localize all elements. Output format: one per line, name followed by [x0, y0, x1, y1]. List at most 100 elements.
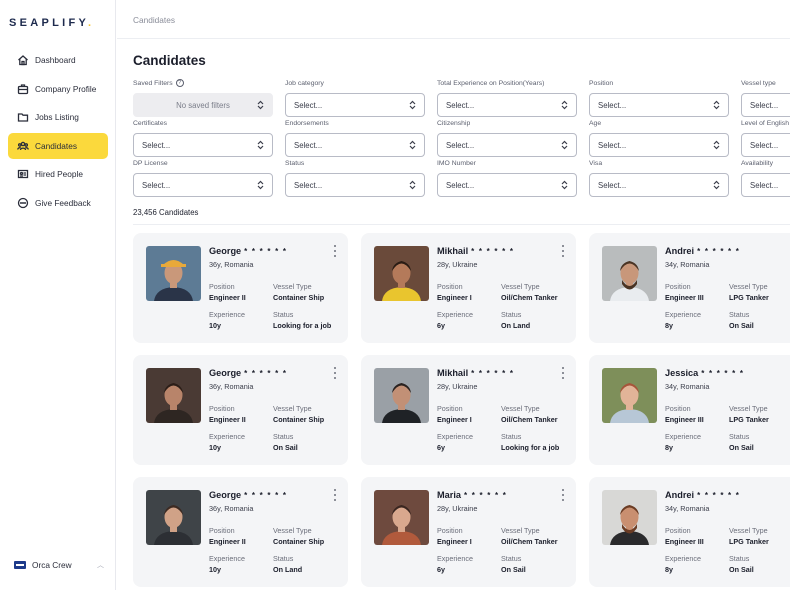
chevron-updown-icon	[257, 180, 264, 190]
sidebar-item-candidates[interactable]: Candidates	[8, 132, 108, 159]
filter-label: Availability	[741, 159, 773, 167]
help-icon[interactable]: ?	[175, 79, 184, 87]
availability-select[interactable]: Select...	[741, 173, 790, 197]
visa-select[interactable]: Select...	[589, 173, 729, 197]
candidate-experience: Experience 6y	[437, 432, 473, 452]
filter-visa: Visa Select...	[589, 158, 729, 197]
field-value: Engineer II	[209, 293, 246, 302]
select-value: Select...	[598, 140, 627, 150]
candidate-card[interactable]: Andrei * * * * * * 34y, Romania Position E…	[589, 233, 790, 343]
more-options-icon[interactable]	[560, 367, 566, 379]
job-category-select[interactable]: Select...	[285, 93, 425, 117]
more-options-icon[interactable]	[332, 489, 338, 501]
candidate-experience: Experience 10y	[209, 554, 245, 574]
field-label: Vessel Type	[729, 404, 768, 413]
candidate-card[interactable]: Mikhail * * * * * * 28y, Ukraine Position…	[361, 355, 576, 465]
candidate-status: Status On Sail	[729, 554, 754, 574]
vessel-type-select[interactable]: Select...	[741, 93, 790, 117]
filter-status: Status Select...	[285, 158, 425, 197]
chevron-updown-icon	[713, 140, 720, 150]
filter-label: Visa	[589, 159, 603, 167]
filter-label: Total Experience on Position(Years)	[437, 79, 545, 87]
candidate-name[interactable]: George * * * * * *	[209, 368, 287, 378]
candidate-status: Status On Sail	[729, 432, 754, 452]
candidate-card[interactable]: Jessica * * * * * * 34y, Romania Position…	[589, 355, 790, 465]
candidate-vessel-type: Vessel Type Container Ship	[273, 526, 324, 546]
candidate-card[interactable]: George * * * * * * 36y, Romania Position E…	[133, 233, 348, 343]
candidate-photo	[374, 246, 429, 301]
filter-label: Position	[589, 79, 614, 87]
field-label: Vessel Type	[501, 404, 540, 413]
select-value: No saved filters	[176, 100, 230, 110]
candidate-status: Status On Sail	[273, 432, 298, 452]
field-value: Engineer II	[209, 537, 246, 546]
sidebar-item-dashboard[interactable]: Dashboard	[8, 47, 108, 73]
more-options-icon[interactable]	[332, 245, 338, 257]
org-switcher[interactable]: Orca Crew ︿	[14, 560, 104, 570]
candidate-name[interactable]: Mikhail * * * * * *	[437, 368, 514, 378]
position-select[interactable]: Select...	[589, 93, 729, 117]
candidate-position: Position Engineer II	[209, 526, 246, 546]
candidate-name[interactable]: Mikhail * * * * * *	[437, 246, 514, 256]
candidate-status: Status On Sail	[729, 310, 754, 330]
field-value: On Sail	[729, 443, 754, 452]
candidate-name[interactable]: Andrei * * * * * *	[665, 490, 740, 500]
select-value: Select...	[598, 100, 627, 110]
field-value: 8y	[665, 443, 673, 452]
certificates-select[interactable]: Select...	[133, 133, 273, 157]
masked-surname: * * * * * *	[244, 247, 288, 256]
filter-imo-number: IMO Number Select...	[437, 158, 577, 197]
brand-logo[interactable]: SEAPLIFY.	[9, 17, 94, 29]
sidebar-item-jobs-listing[interactable]: Jobs Listing	[8, 104, 108, 130]
candidate-card[interactable]: Mikhail * * * * * * 28y, Ukraine Position…	[361, 233, 576, 343]
field-value: 8y	[665, 565, 673, 574]
candidate-position: Position Engineer I	[437, 282, 472, 302]
filter-age: Age Select...	[589, 118, 729, 157]
age-select[interactable]: Select...	[589, 133, 729, 157]
candidate-age-country: 34y, Romania	[665, 260, 710, 269]
saved-filters-select[interactable]: No saved filters	[133, 93, 273, 117]
filter-endorsements: Endorsements Select...	[285, 118, 425, 157]
status-select[interactable]: Select...	[285, 173, 425, 197]
imo-number-select[interactable]: Select...	[437, 173, 577, 197]
masked-surname: * * * * * *	[464, 491, 508, 500]
english-level-select[interactable]: Select...	[741, 133, 790, 157]
chevron-updown-icon	[713, 100, 720, 110]
select-value: Select...	[446, 100, 475, 110]
candidate-name[interactable]: George * * * * * *	[209, 490, 287, 500]
candidate-card[interactable]: George * * * * * * 36y, Romania Position E…	[133, 355, 348, 465]
more-options-icon[interactable]	[560, 489, 566, 501]
candidate-name[interactable]: Andrei * * * * * *	[665, 246, 740, 256]
candidate-vessel-type: Vessel Type LPG Tanker	[729, 526, 769, 546]
field-label: Status	[501, 432, 522, 441]
field-value: Looking for a job	[273, 321, 332, 330]
sidebar-item-hired-people[interactable]: Hired People	[8, 161, 108, 187]
candidate-photo	[374, 368, 429, 423]
breadcrumb: Candidates	[133, 15, 175, 25]
candidate-experience: Experience 8y	[665, 432, 701, 452]
masked-surname: * * * * * *	[701, 369, 745, 378]
field-value: Oil/Chem Tanker	[501, 415, 558, 424]
candidate-name[interactable]: Maria * * * * * *	[437, 490, 507, 500]
filter-label: IMO Number	[437, 159, 476, 167]
candidate-status: Status Looking for a job	[501, 432, 559, 452]
sidebar-item-give-feedback[interactable]: Give Feedback	[8, 190, 108, 216]
dp-license-select[interactable]: Select...	[133, 173, 273, 197]
sidebar-item-company-profile[interactable]: Company Profile	[8, 76, 108, 102]
more-options-icon[interactable]	[560, 245, 566, 257]
candidate-card[interactable]: Maria * * * * * * 28y, Ukraine Position En…	[361, 477, 576, 587]
select-value: Select...	[750, 180, 779, 190]
candidate-card[interactable]: George * * * * * * 36y, Romania Position E…	[133, 477, 348, 587]
total-experience-select[interactable]: Select...	[437, 93, 577, 117]
candidate-card[interactable]: Andrei * * * * * * 34y, Romania Position E…	[589, 477, 790, 587]
field-value: Engineer I	[437, 293, 472, 302]
citizenship-select[interactable]: Select...	[437, 133, 577, 157]
field-label: Position	[665, 526, 691, 535]
candidate-vessel-type: Vessel Type Container Ship	[273, 404, 324, 424]
candidate-name[interactable]: Jessica * * * * * *	[665, 368, 744, 378]
chevron-updown-icon	[409, 180, 416, 190]
more-options-icon[interactable]	[332, 367, 338, 379]
endorsements-select[interactable]: Select...	[285, 133, 425, 157]
candidate-name[interactable]: George * * * * * *	[209, 246, 287, 256]
candidate-age-country: 34y, Romania	[665, 504, 710, 513]
